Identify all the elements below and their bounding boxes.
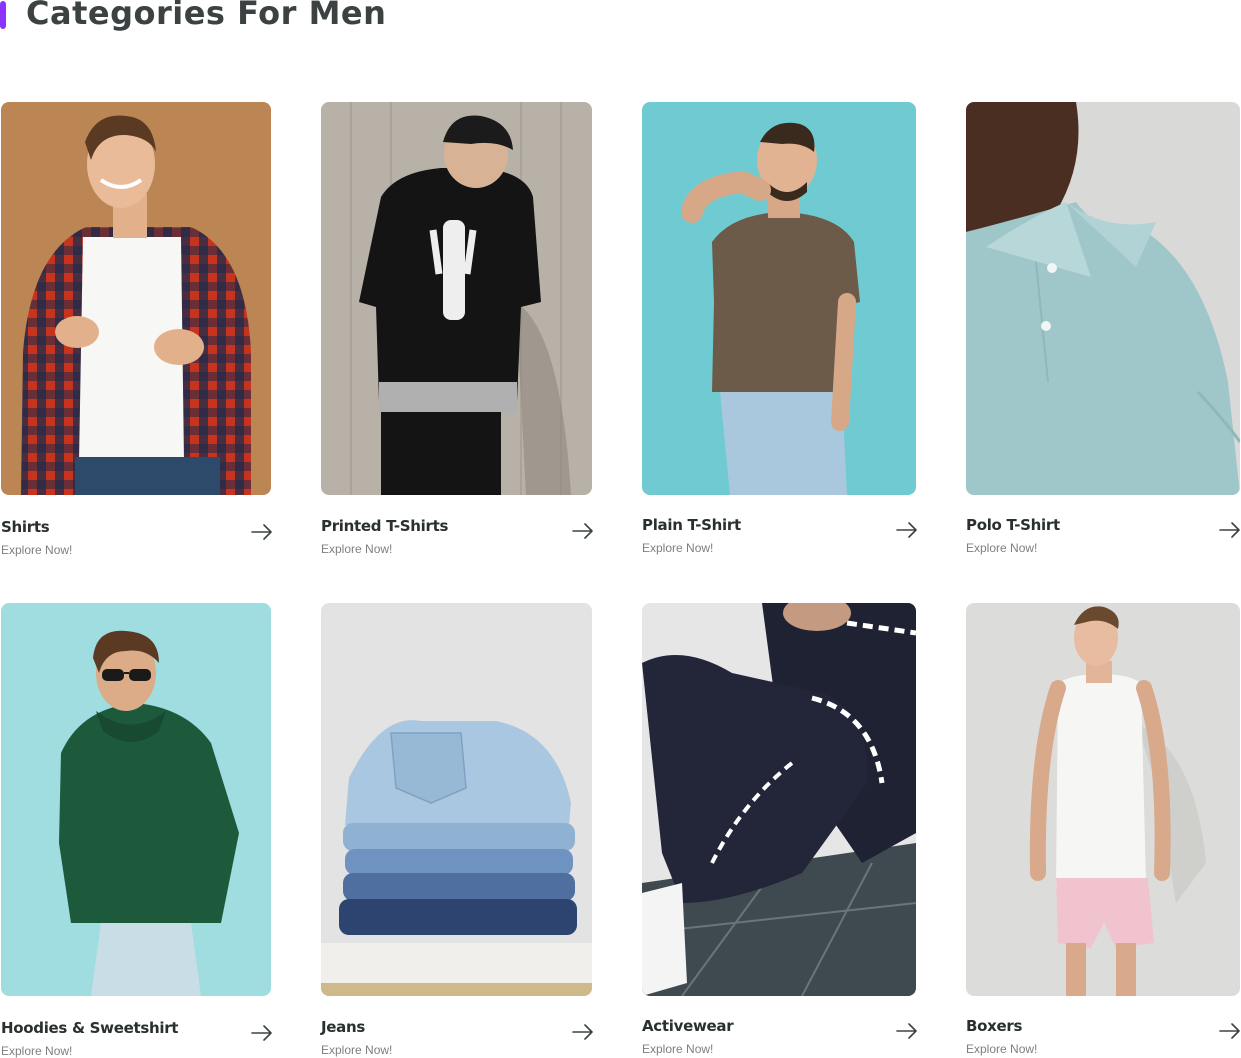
category-card-jeans[interactable]: Jeans Explore Now!: [321, 603, 594, 1058]
explore-now-link[interactable]: Explore Now!: [321, 542, 392, 556]
explore-now-link[interactable]: Explore Now!: [1, 543, 72, 557]
title-accent-bar: [0, 1, 6, 29]
arrow-right-icon[interactable]: [251, 1025, 273, 1041]
category-image[interactable]: [642, 603, 916, 996]
category-image[interactable]: [966, 102, 1240, 495]
explore-now-link[interactable]: Explore Now!: [966, 541, 1037, 555]
explore-now-link[interactable]: Explore Now!: [642, 541, 713, 555]
arrow-right-icon[interactable]: [251, 524, 273, 540]
category-card-shirts[interactable]: Shirts Explore Now!: [1, 102, 273, 562]
category-card-activewear[interactable]: Activewear Explore Now!: [642, 603, 918, 1058]
arrow-right-icon[interactable]: [1219, 1023, 1241, 1039]
category-name[interactable]: Activewear: [642, 1017, 734, 1035]
category-name[interactable]: Boxers: [966, 1017, 1022, 1035]
category-name[interactable]: Shirts: [1, 518, 50, 536]
category-image[interactable]: [321, 603, 592, 996]
explore-now-link[interactable]: Explore Now!: [642, 1042, 713, 1056]
arrow-right-icon[interactable]: [1219, 522, 1241, 538]
category-name[interactable]: Hoodies & Sweetshirt: [1, 1019, 178, 1037]
category-name[interactable]: Jeans: [321, 1018, 365, 1036]
explore-now-link[interactable]: Explore Now!: [1, 1044, 72, 1058]
category-image[interactable]: [321, 102, 592, 495]
category-image[interactable]: [642, 102, 916, 495]
category-card-hoodies-sweetshirt[interactable]: Hoodies & Sweetshirt Explore Now!: [1, 603, 276, 1058]
category-image[interactable]: [966, 603, 1240, 996]
category-card-printed-t-shirts[interactable]: Printed T-Shirts Explore Now!: [321, 102, 594, 562]
category-name[interactable]: Plain T-Shirt: [642, 516, 741, 534]
explore-now-link[interactable]: Explore Now!: [966, 1042, 1037, 1056]
arrow-right-icon[interactable]: [572, 1024, 594, 1040]
section-header: Categories For Men: [0, 0, 386, 32]
category-image[interactable]: [1, 102, 271, 495]
category-image[interactable]: [1, 603, 271, 996]
category-name[interactable]: Printed T-Shirts: [321, 517, 448, 535]
category-card-polo-t-shirt[interactable]: Polo T-Shirt Explore Now!: [966, 102, 1241, 562]
arrow-right-icon[interactable]: [896, 522, 918, 538]
explore-now-link[interactable]: Explore Now!: [321, 1043, 392, 1057]
category-card-boxers[interactable]: Boxers Explore Now!: [966, 603, 1241, 1058]
category-card-plain-t-shirt[interactable]: Plain T-Shirt Explore Now!: [642, 102, 918, 562]
category-name[interactable]: Polo T-Shirt: [966, 516, 1060, 534]
arrow-right-icon[interactable]: [896, 1023, 918, 1039]
section-title: Categories For Men: [26, 0, 387, 32]
arrow-right-icon[interactable]: [572, 523, 594, 539]
